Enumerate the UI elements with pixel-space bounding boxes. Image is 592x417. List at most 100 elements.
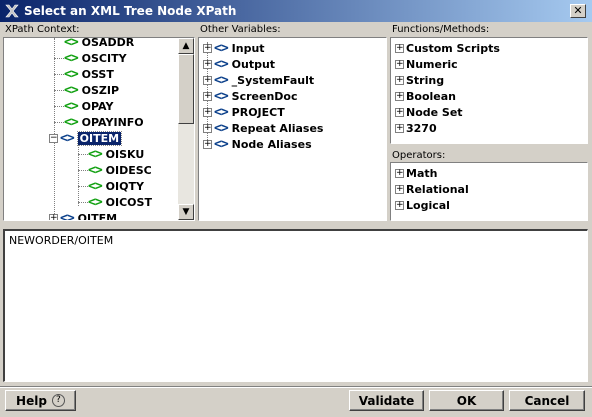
xml-element-icon: <>	[88, 178, 103, 194]
operator-label: Relational	[406, 182, 469, 196]
function-label: String	[406, 73, 445, 87]
function-label: Numeric	[406, 57, 458, 71]
expand-toggle[interactable]: +	[49, 213, 58, 220]
help-button[interactable]: Help ?	[5, 390, 76, 411]
expand-toggle[interactable]: +	[395, 107, 404, 117]
ok-button[interactable]: OK	[429, 390, 504, 411]
scroll-thumb[interactable]	[178, 54, 194, 124]
expand-toggle[interactable]: +	[395, 91, 404, 101]
tree-node[interactable]: <> OIQTY	[88, 178, 144, 194]
variable-label: Node Aliases	[231, 137, 312, 151]
function-category[interactable]: + 3270	[395, 120, 437, 136]
tree-node-label: OSST	[81, 67, 114, 81]
function-category[interactable]: + String	[395, 72, 444, 88]
expand-toggle[interactable]: +	[395, 184, 404, 194]
xml-element-icon: <>	[214, 120, 229, 136]
operators-label: Operators:	[392, 150, 446, 161]
xpath-expression-editor[interactable]: NEWORDER/OITEM	[3, 229, 588, 382]
function-category[interactable]: + Numeric	[395, 56, 458, 72]
variable-label: Output	[231, 57, 276, 71]
variable-item[interactable]: + <> _SystemFault	[203, 72, 314, 88]
xml-element-icon: <>	[64, 66, 79, 82]
variable-label: Input	[231, 41, 265, 55]
tree-node[interactable]: + <> OITEM	[49, 210, 118, 221]
footer-separator	[0, 386, 592, 388]
operator-category[interactable]: + Relational	[395, 181, 469, 197]
xml-element-icon: <>	[64, 50, 79, 66]
function-category[interactable]: + Custom Scripts	[395, 40, 500, 56]
ok-button-label: OK	[456, 393, 477, 408]
scroll-up-button[interactable]: ▲	[178, 38, 194, 54]
scroll-down-button[interactable]: ▼	[178, 204, 194, 220]
app-icon	[5, 4, 19, 18]
tree-node[interactable]: <> OSZIP	[64, 82, 119, 98]
xml-element-icon: <>	[60, 210, 75, 221]
xml-element-icon: <>	[214, 56, 229, 72]
variable-item[interactable]: + <> Repeat Aliases	[203, 120, 323, 136]
tree-node-label: OIDESC	[105, 163, 152, 177]
expand-toggle[interactable]: +	[203, 107, 212, 117]
cancel-button-label: Cancel	[524, 393, 570, 408]
xml-element-icon: <>	[60, 130, 75, 146]
tree-node-label: OITEM	[77, 211, 118, 221]
expand-toggle[interactable]: +	[395, 123, 404, 133]
variable-item[interactable]: + <> Output	[203, 56, 275, 72]
variable-item[interactable]: + <> Input	[203, 40, 265, 56]
collapse-toggle[interactable]: −	[49, 133, 58, 143]
tree-scrollbar[interactable]: ▲ ▼	[178, 38, 194, 220]
operator-label: Logical	[406, 198, 450, 212]
tree-node[interactable]: <> OPAYINFO	[64, 114, 144, 130]
variable-item[interactable]: + <> ScreenDoc	[203, 88, 297, 104]
operator-category[interactable]: + Logical	[395, 197, 450, 213]
tree-node[interactable]: <> OIDESC	[88, 162, 152, 178]
tree-node-oitem-selected[interactable]: − <> OITEM	[49, 130, 123, 146]
expand-toggle[interactable]: +	[203, 91, 212, 101]
tree-node[interactable]: <> OSADDR	[64, 37, 134, 50]
operators-tree[interactable]: + Math + Relational + Logical	[390, 162, 588, 221]
variable-label: PROJECT	[231, 105, 285, 119]
validate-button-label: Validate	[358, 393, 415, 408]
cancel-button[interactable]: Cancel	[509, 390, 585, 411]
expand-toggle[interactable]: +	[395, 75, 404, 85]
operator-category[interactable]: + Math	[395, 165, 437, 181]
function-label: Boolean	[406, 89, 456, 103]
variable-item[interactable]: + <> PROJECT	[203, 104, 285, 120]
expand-toggle[interactable]: +	[395, 59, 404, 69]
operator-label: Math	[406, 166, 438, 180]
xpath-context-tree[interactable]: <> OSADDR <> OSCITY <> OSST <> OSZIP <> …	[3, 37, 195, 221]
tree-node[interactable]: <> OISKU	[88, 146, 144, 162]
xml-element-icon: <>	[88, 194, 103, 210]
xpath-expression-text: NEWORDER/OITEM	[9, 234, 114, 247]
tree-node[interactable]: <> OPAY	[64, 98, 114, 114]
variable-item[interactable]: + <> Node Aliases	[203, 136, 312, 152]
expand-toggle[interactable]: +	[203, 123, 212, 133]
variable-label: ScreenDoc	[231, 89, 298, 103]
function-label: Custom Scripts	[406, 41, 500, 55]
expand-toggle[interactable]: +	[203, 139, 212, 149]
validate-button[interactable]: Validate	[349, 390, 424, 411]
other-variables-tree[interactable]: + <> Input + <> Output + <> _SystemFault…	[198, 37, 387, 221]
tree-node-label: OPAYINFO	[81, 115, 144, 129]
expand-toggle[interactable]: +	[395, 200, 404, 210]
expand-toggle[interactable]: +	[395, 168, 404, 178]
tree-node[interactable]: <> OSST	[64, 66, 114, 82]
xml-element-icon: <>	[64, 37, 79, 50]
other-variables-label: Other Variables:	[200, 24, 281, 35]
chevron-down-icon: ▼	[182, 207, 190, 217]
variable-label: _SystemFault	[231, 73, 315, 87]
expand-toggle[interactable]: +	[203, 75, 212, 85]
expand-toggle[interactable]: +	[203, 43, 212, 53]
expand-toggle[interactable]: +	[395, 43, 404, 53]
xml-element-icon: <>	[214, 104, 229, 120]
tree-node-label: OSZIP	[81, 83, 120, 97]
tree-node[interactable]: <> OSCITY	[64, 50, 127, 66]
help-icon: ?	[51, 394, 65, 407]
xml-element-icon: <>	[88, 146, 103, 162]
functions-tree[interactable]: + Custom Scripts + Numeric + String + Bo…	[390, 37, 588, 144]
xml-element-icon: <>	[214, 88, 229, 104]
tree-node[interactable]: <> OICOST	[88, 194, 152, 210]
function-category[interactable]: + Node Set	[395, 104, 463, 120]
close-button[interactable]: ✕	[570, 4, 586, 18]
function-category[interactable]: + Boolean	[395, 88, 456, 104]
expand-toggle[interactable]: +	[203, 59, 212, 69]
